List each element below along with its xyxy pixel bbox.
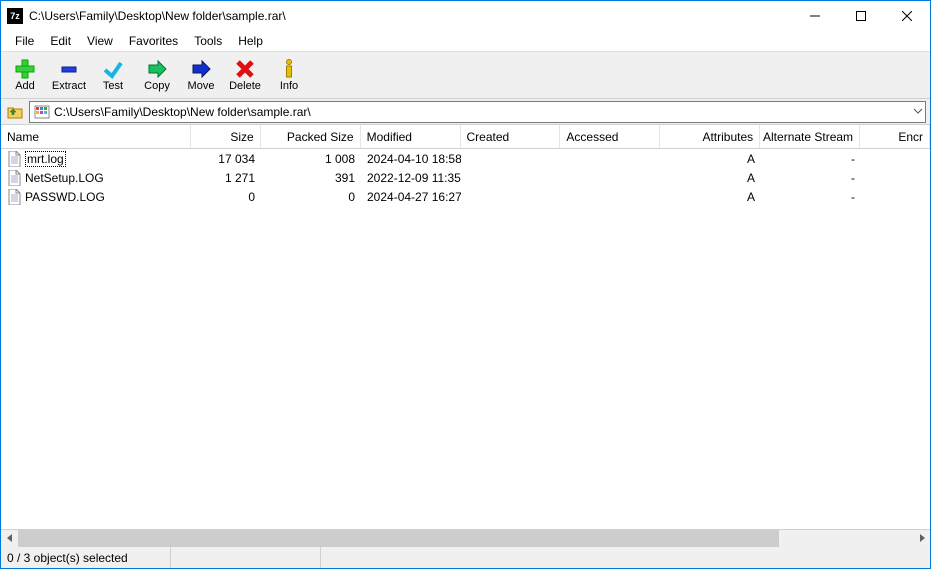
move-icon: [189, 58, 213, 80]
path-input[interactable]: C:\Users\Family\Desktop\New folder\sampl…: [29, 101, 926, 123]
window-controls: [792, 1, 930, 31]
menu-file[interactable]: File: [7, 32, 42, 50]
path-dropdown-button[interactable]: [913, 105, 923, 119]
archive-icon: [34, 104, 50, 120]
window-title: C:\Users\Family\Desktop\New folder\sampl…: [29, 9, 286, 23]
statusbar: 0 / 3 object(s) selected: [1, 546, 930, 568]
add-icon: [13, 58, 37, 80]
file-name: mrt.log: [25, 151, 66, 167]
col-accessed[interactable]: Accessed: [560, 125, 660, 148]
copy-label: Copy: [144, 80, 170, 92]
horizontal-scrollbar[interactable]: [1, 529, 930, 546]
scroll-right-button[interactable]: [913, 530, 930, 547]
chevron-down-icon: [913, 106, 923, 116]
toolbar: Add Extract Test Copy Move: [1, 51, 930, 99]
info-icon: [277, 58, 301, 80]
move-button[interactable]: Move: [179, 53, 223, 97]
col-altstream[interactable]: Alternate Stream: [760, 125, 860, 148]
scroll-left-button[interactable]: [1, 530, 18, 547]
extract-button[interactable]: Extract: [47, 53, 91, 97]
file-altstream: -: [761, 190, 861, 204]
column-headers: Name Size Packed Size Modified Created A…: [1, 125, 930, 149]
file-row[interactable]: NetSetup.LOG 1 2713912022-12-09 11:35 A-: [1, 168, 930, 187]
file-modified: 2024-04-27 16:27: [361, 190, 461, 204]
extract-label: Extract: [52, 80, 86, 92]
status-cell-2: [171, 547, 321, 568]
col-name[interactable]: Name: [1, 125, 191, 148]
triangle-right-icon: [918, 534, 926, 542]
menu-tools[interactable]: Tools: [186, 32, 230, 50]
copy-icon: [145, 58, 169, 80]
file-size: 0: [191, 190, 261, 204]
file-size: 1 271: [191, 171, 261, 185]
maximize-button[interactable]: [838, 1, 884, 31]
menubar: File Edit View Favorites Tools Help: [1, 31, 930, 51]
menu-favorites[interactable]: Favorites: [121, 32, 186, 50]
pathbar: C:\Users\Family\Desktop\New folder\sampl…: [1, 99, 930, 125]
menu-help[interactable]: Help: [230, 32, 271, 50]
file-attributes: A: [661, 171, 761, 185]
file-attributes: A: [661, 152, 761, 166]
minimize-button[interactable]: [792, 1, 838, 31]
up-button[interactable]: [5, 102, 25, 122]
file-packed: 1 008: [261, 152, 361, 166]
col-modified[interactable]: Modified: [361, 125, 461, 148]
test-icon: [101, 58, 125, 80]
folder-up-icon: [7, 104, 23, 120]
maximize-icon: [856, 11, 866, 21]
file-icon: [7, 151, 21, 167]
info-label: Info: [280, 80, 298, 92]
file-altstream: -: [761, 171, 861, 185]
scroll-thumb[interactable]: [18, 530, 779, 547]
col-size[interactable]: Size: [191, 125, 261, 148]
file-list[interactable]: mrt.log17 0341 0082024-04-10 18:58A-NetS…: [1, 149, 930, 529]
copy-button[interactable]: Copy: [135, 53, 179, 97]
delete-button[interactable]: Delete: [223, 53, 267, 97]
close-icon: [902, 11, 912, 21]
delete-icon: [233, 58, 257, 80]
col-attributes[interactable]: Attributes: [660, 125, 760, 148]
file-icon: [7, 189, 21, 205]
scroll-track[interactable]: [18, 530, 913, 547]
file-name: NetSetup.LOG: [25, 171, 104, 185]
file-name: PASSWD.LOG: [25, 190, 105, 204]
close-button[interactable]: [884, 1, 930, 31]
add-button[interactable]: Add: [3, 53, 47, 97]
file-altstream: -: [761, 152, 861, 166]
extract-icon: [57, 58, 81, 80]
file-icon: [7, 170, 21, 186]
app-icon: 7z: [7, 8, 23, 24]
file-packed: 391: [261, 171, 361, 185]
col-encrypted[interactable]: Encr: [860, 125, 930, 148]
info-button[interactable]: Info: [267, 53, 311, 97]
delete-label: Delete: [229, 80, 261, 92]
move-label: Move: [188, 80, 215, 92]
file-row[interactable]: mrt.log 17 0341 0082024-04-10 18:58 A-: [1, 149, 930, 168]
test-label: Test: [103, 80, 123, 92]
file-row[interactable]: PASSWD.LOG002024-04-27 16:27A-: [1, 187, 930, 206]
status-cell-3: [321, 547, 930, 568]
file-size: 17 034: [191, 152, 261, 166]
app-window: 7z C:\Users\Family\Desktop\New folder\sa…: [0, 0, 931, 569]
test-button[interactable]: Test: [91, 53, 135, 97]
menu-edit[interactable]: Edit: [42, 32, 79, 50]
col-packed[interactable]: Packed Size: [261, 125, 361, 148]
file-packed: 0: [261, 190, 361, 204]
file-modified: 2024-04-10 18:58: [361, 152, 461, 166]
triangle-left-icon: [6, 534, 14, 542]
col-created[interactable]: Created: [461, 125, 561, 148]
add-label: Add: [15, 80, 35, 92]
status-selection: 0 / 3 object(s) selected: [1, 547, 171, 568]
menu-view[interactable]: View: [79, 32, 121, 50]
titlebar: 7z C:\Users\Family\Desktop\New folder\sa…: [1, 1, 930, 31]
minimize-icon: [810, 11, 820, 21]
file-modified: 2022-12-09 11:35: [361, 171, 461, 185]
file-attributes: A: [661, 190, 761, 204]
path-text: C:\Users\Family\Desktop\New folder\sampl…: [54, 105, 311, 119]
